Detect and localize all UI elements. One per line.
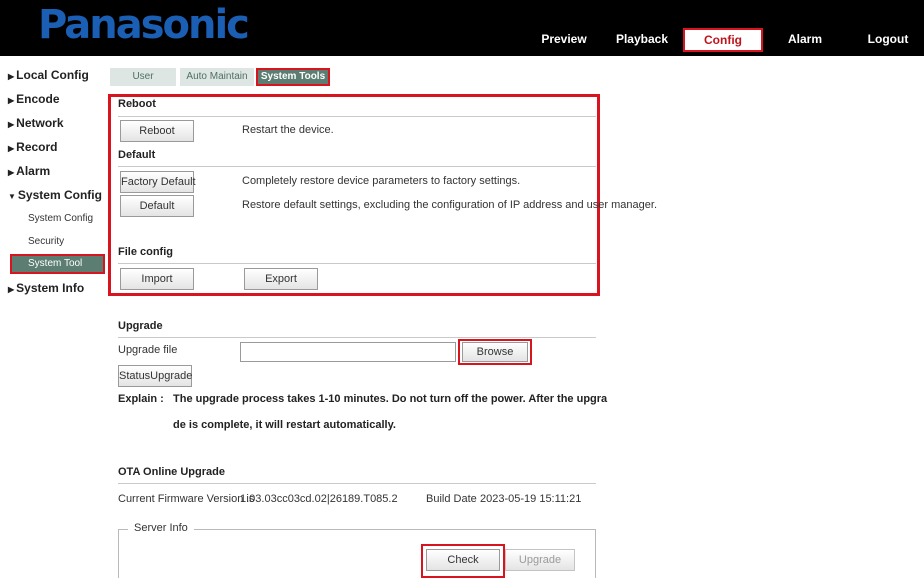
upgrade-button[interactable]: Upgrade	[505, 549, 575, 571]
default-section-title: Default	[118, 149, 156, 161]
explain-line-1: The upgrade process takes 1-10 minutes. …	[173, 393, 608, 405]
nav-alarm[interactable]: Alarm	[780, 0, 830, 56]
caret-right-icon: ▶	[8, 144, 15, 153]
top-header: Panasonic Preview Playback Config Alarm …	[0, 0, 924, 56]
nav-config[interactable]: Config	[683, 28, 763, 52]
reboot-button[interactable]: Reboot	[120, 120, 194, 142]
caret-right-icon: ▶	[8, 96, 15, 105]
divider	[118, 263, 596, 264]
sidebar-item-label: Network	[16, 116, 64, 130]
explain-label: Explain :	[118, 393, 164, 405]
server-info-legend: Server Info	[128, 522, 194, 534]
caret-right-icon: ▶	[8, 72, 15, 81]
nav-preview[interactable]: Preview	[536, 0, 592, 56]
nav-logout[interactable]: Logout	[860, 0, 916, 56]
firmware-version-label: Current Firmware Version is	[118, 493, 255, 505]
sidebar-item-system-info[interactable]: ▶ System Info	[8, 281, 84, 295]
import-button[interactable]: Import	[120, 268, 194, 290]
default-description: Restore default settings, excluding the …	[242, 199, 657, 211]
tab-auto-maintain[interactable]: Auto Maintain	[180, 68, 254, 86]
caret-right-icon: ▶	[8, 285, 15, 294]
explain-line-2: de is complete, it will restart automati…	[173, 419, 396, 431]
sidebar-item-label: Local Config	[16, 68, 89, 82]
upgrade-file-input[interactable]	[240, 342, 456, 362]
sidebar-item-system-config[interactable]: ▼ System Config	[8, 188, 102, 202]
sidebar: ▶ Local Config ▶ Encode ▶ Network ▶ Record ▶…	[0, 56, 108, 578]
check-button[interactable]: Check	[426, 549, 500, 571]
sidebar-item-alarm[interactable]: ▶ Alarm	[8, 164, 50, 178]
sidebar-item-label: System Config	[17, 188, 102, 202]
sidebar-item-encode[interactable]: ▶ Encode	[8, 92, 60, 106]
sidebar-subitem-security[interactable]: Security	[28, 236, 64, 247]
sidebar-item-local-config[interactable]: ▶ Local Config	[8, 68, 89, 82]
caret-right-icon: ▶	[8, 168, 15, 177]
upgrade-section-title: Upgrade	[118, 320, 163, 332]
sidebar-item-label: Alarm	[16, 164, 51, 178]
caret-down-icon: ▼	[8, 192, 16, 201]
sidebar-item-record[interactable]: ▶ Record	[8, 140, 58, 154]
browse-button[interactable]: Browse	[462, 342, 528, 362]
sidebar-item-label: Record	[16, 140, 58, 154]
tab-user[interactable]: User	[110, 68, 176, 86]
reboot-section-title: Reboot	[118, 98, 156, 110]
build-date-label: Build Date	[426, 493, 477, 505]
build-date-value: 2023-05-19 15:11:21	[480, 493, 582, 505]
export-button[interactable]: Export	[244, 268, 318, 290]
default-button[interactable]: Default	[120, 195, 194, 217]
sidebar-subitem-system-tool[interactable]: System Tool	[10, 254, 105, 274]
firmware-version-value: 1.03.03cc03cd.02|26189.T085.2	[240, 493, 398, 505]
upgrade-file-label: Upgrade file	[118, 344, 178, 356]
panasonic-logo: Panasonic	[38, 2, 250, 48]
tab-system-tools[interactable]: System Tools	[256, 68, 330, 86]
divider	[118, 337, 596, 338]
status-upgrade-button[interactable]: StatusUpgrade	[118, 365, 192, 387]
factory-default-description: Completely restore device parameters to …	[242, 175, 521, 187]
caret-right-icon: ▶	[8, 120, 15, 129]
sidebar-item-label: Encode	[16, 92, 60, 106]
nav-playback[interactable]: Playback	[612, 0, 672, 56]
factory-default-button[interactable]: Factory Default	[120, 171, 196, 193]
sidebar-subitem-system-config[interactable]: System Config	[28, 213, 93, 224]
divider	[118, 483, 596, 484]
reboot-description: Restart the device.	[242, 124, 334, 136]
sidebar-item-label: System Info	[16, 281, 85, 295]
file-config-section-title: File config	[118, 246, 173, 258]
ota-section-title: OTA Online Upgrade	[118, 466, 225, 478]
main-content: User Auto Maintain System Tools Reboot R…	[108, 56, 924, 578]
sidebar-item-network[interactable]: ▶ Network	[8, 116, 64, 130]
divider	[118, 116, 596, 117]
divider	[118, 166, 596, 167]
